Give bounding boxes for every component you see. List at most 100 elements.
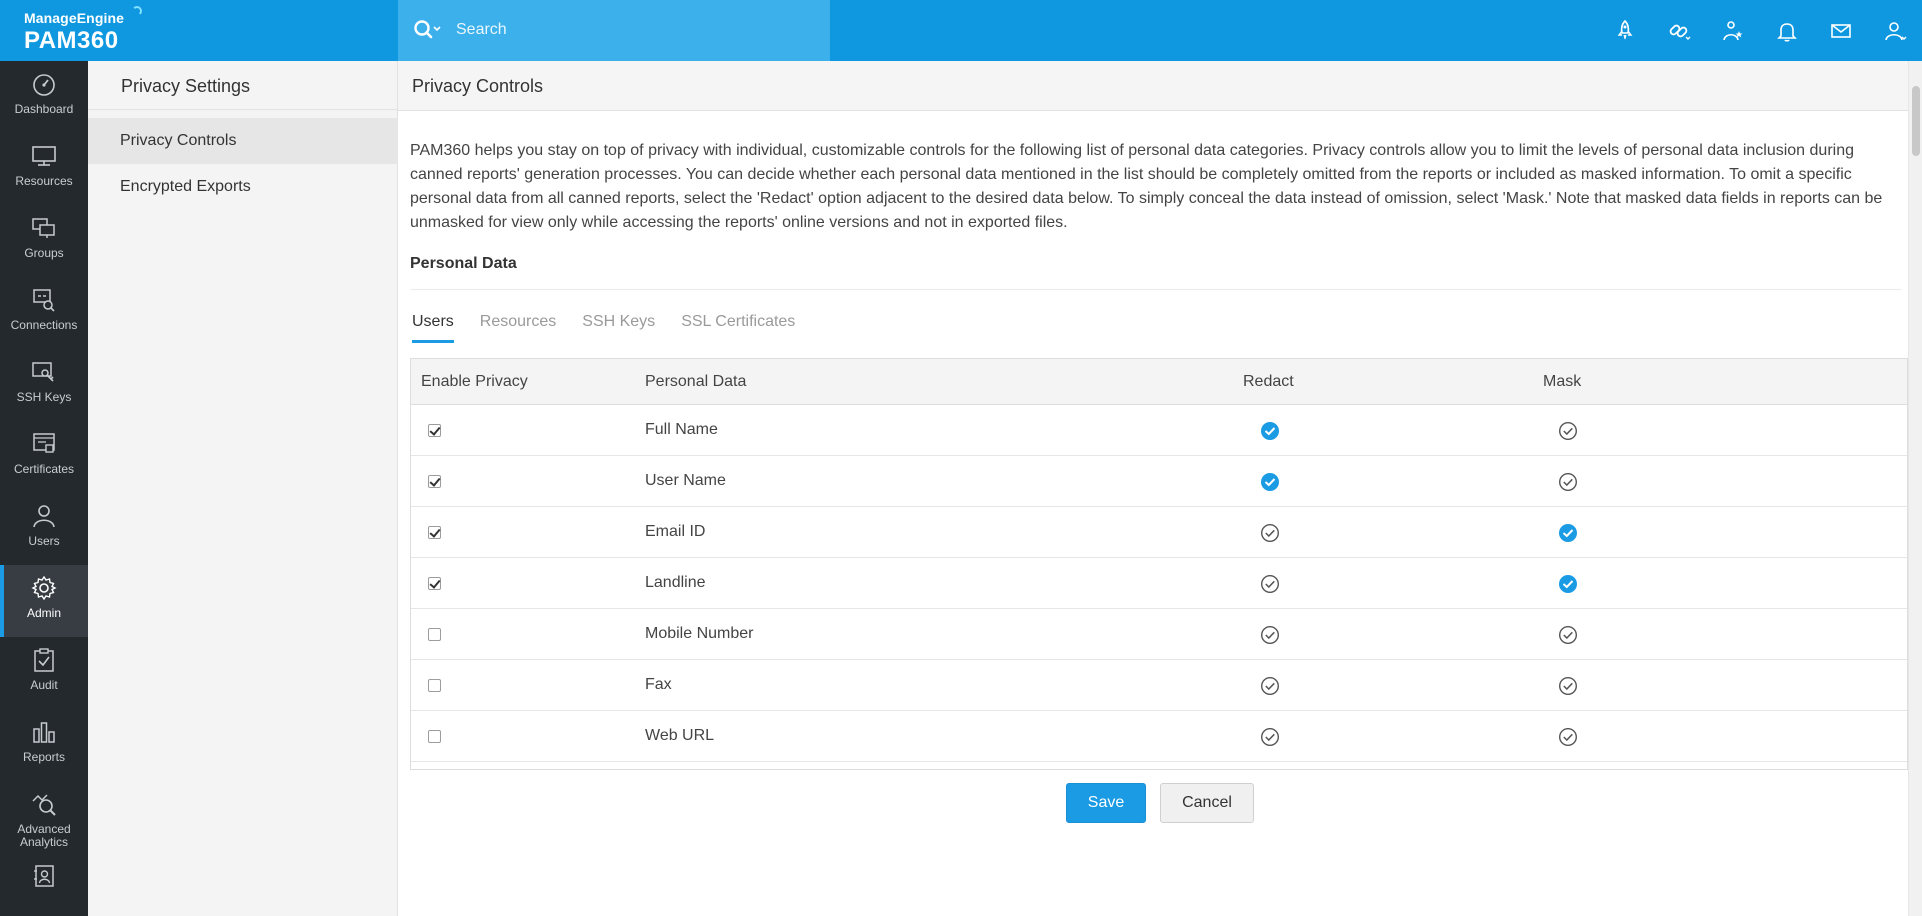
nav-certificates[interactable]: Certificates — [0, 421, 88, 493]
mask-option-icon[interactable] — [1558, 676, 1578, 696]
nav-label: Reports — [22, 750, 66, 764]
personal-data-label: Email ID — [645, 523, 706, 540]
enable-privacy-checkbox[interactable] — [428, 730, 441, 743]
enable-privacy-checkbox[interactable] — [428, 526, 441, 539]
table-row: Email ID — [411, 507, 1907, 558]
nav-admin[interactable]: Admin — [0, 565, 88, 637]
settings-item-privacy-controls[interactable]: Privacy Controls — [88, 118, 398, 164]
bell-icon[interactable] — [1760, 0, 1814, 61]
nav-label: Resources — [15, 174, 73, 188]
nav-reports[interactable]: Reports — [0, 709, 88, 781]
gear-icon — [31, 575, 57, 601]
tab-ssl-certificates[interactable]: SSL Certificates — [681, 313, 795, 343]
analytics-icon — [32, 794, 56, 816]
tab-users[interactable]: Users — [412, 313, 454, 343]
connections-icon — [33, 289, 55, 312]
mail-icon[interactable] — [1814, 0, 1868, 61]
redact-option-icon[interactable] — [1260, 625, 1280, 645]
star-person-icon[interactable] — [1706, 0, 1760, 61]
rocket-icon[interactable] — [1598, 0, 1652, 61]
nav-label: Audit — [30, 678, 58, 692]
enable-privacy-checkbox[interactable] — [428, 628, 441, 641]
redact-option-icon[interactable] — [1260, 472, 1280, 492]
cancel-button[interactable]: Cancel — [1160, 783, 1254, 823]
settings-title: Privacy Settings — [121, 76, 251, 96]
column-header-enable-privacy: Enable Privacy — [421, 373, 528, 390]
user-menu-icon[interactable] — [1868, 0, 1922, 61]
nav-advanced-analytics[interactable]: Advanced Analytics — [0, 781, 88, 853]
redact-option-icon[interactable] — [1260, 421, 1280, 441]
mask-option-icon[interactable] — [1558, 625, 1578, 645]
nav-label: Groups — [24, 246, 64, 260]
column-header-personal-data: Personal Data — [645, 373, 747, 390]
left-nav: Dashboard Resources Groups Connections S… — [0, 61, 88, 916]
personal-data-label: Mobile Number — [645, 625, 754, 642]
page-header: Privacy Controls — [398, 61, 1908, 111]
enable-privacy-checkbox[interactable] — [428, 679, 441, 692]
enable-privacy-checkbox[interactable] — [428, 424, 441, 437]
nav-label: Connections — [10, 318, 78, 332]
nav-connections[interactable]: Connections — [0, 277, 88, 349]
mask-option-icon[interactable] — [1558, 421, 1578, 441]
personal-data-label: Fax — [645, 676, 672, 693]
redact-option-icon[interactable] — [1260, 574, 1280, 594]
table-row: Fax — [411, 660, 1907, 711]
mask-option-icon[interactable] — [1558, 727, 1578, 747]
nav-label: SSH Keys — [16, 390, 72, 404]
nav-users[interactable]: Users — [0, 493, 88, 565]
redact-option-icon[interactable] — [1260, 727, 1280, 747]
nav-ssh-keys[interactable]: SSH Keys — [0, 349, 88, 421]
privacy-description: PAM360 helps you stay on top of privacy … — [410, 142, 1883, 231]
nav-resources[interactable]: Resources — [0, 133, 88, 205]
enable-privacy-checkbox[interactable] — [428, 577, 441, 590]
brand-swoosh-icon — [132, 6, 142, 16]
certificate-icon — [33, 433, 55, 453]
search-icon[interactable] — [412, 18, 442, 42]
section-title: Personal Data — [410, 255, 517, 272]
page-title: Privacy Controls — [412, 76, 544, 96]
table-row: Landline — [411, 558, 1907, 609]
brand-product: PAM360 — [24, 27, 119, 54]
scroll-thumb[interactable] — [1912, 86, 1920, 156]
table-row: Full Name — [411, 405, 1907, 456]
bar-chart-icon — [33, 722, 55, 743]
save-button[interactable]: Save — [1066, 783, 1146, 823]
table-row: Web URL — [411, 711, 1907, 762]
tab-resources[interactable]: Resources — [480, 313, 556, 343]
brand-vendor: ManageEngine — [24, 10, 124, 26]
header-icons — [1598, 0, 1922, 61]
mask-option-icon[interactable] — [1558, 472, 1578, 492]
tab-ssh-keys[interactable]: SSH Keys — [582, 313, 655, 343]
table-header: Enable Privacy Personal Data Redact Mask — [411, 359, 1907, 405]
link-icon[interactable] — [1652, 0, 1706, 61]
nav-dashboard[interactable]: Dashboard — [0, 61, 88, 133]
groups-icon — [32, 218, 55, 238]
nav-label: Admin — [26, 606, 61, 620]
settings-item-encrypted-exports[interactable]: Encrypted Exports — [88, 164, 398, 210]
nav-label: Dashboard — [14, 102, 74, 116]
nav-groups[interactable]: Groups — [0, 205, 88, 277]
main-content: Privacy Controls PAM360 helps you stay o… — [398, 61, 1908, 916]
dashboard-icon — [33, 74, 55, 96]
mask-option-icon[interactable] — [1558, 574, 1578, 594]
personal-data-label: Landline — [645, 574, 706, 591]
mask-option-icon[interactable] — [1558, 523, 1578, 543]
search-bar[interactable]: Search — [398, 0, 830, 61]
enable-privacy-checkbox[interactable] — [428, 475, 441, 488]
personal-data-label: Web URL — [645, 727, 715, 744]
personal-data-label: Full Name — [645, 421, 718, 438]
scrollbar[interactable] — [1908, 61, 1922, 916]
search-input[interactable]: Search — [456, 21, 507, 39]
nav-audit[interactable]: Audit — [0, 637, 88, 709]
settings-panel: Privacy Settings Privacy Controls Encryp… — [88, 61, 398, 916]
divider — [88, 109, 398, 110]
column-header-redact: Redact — [1243, 373, 1294, 390]
table-row: User Name — [411, 456, 1907, 507]
table-row: Mobile Number — [411, 609, 1907, 660]
monitor-icon — [32, 146, 56, 166]
redact-option-icon[interactable] — [1260, 676, 1280, 696]
redact-option-icon[interactable] — [1260, 523, 1280, 543]
brand-logo[interactable]: ManageEngine PAM360 — [0, 0, 398, 61]
nav-label: Users — [28, 534, 60, 548]
nav-more[interactable] — [0, 853, 88, 916]
